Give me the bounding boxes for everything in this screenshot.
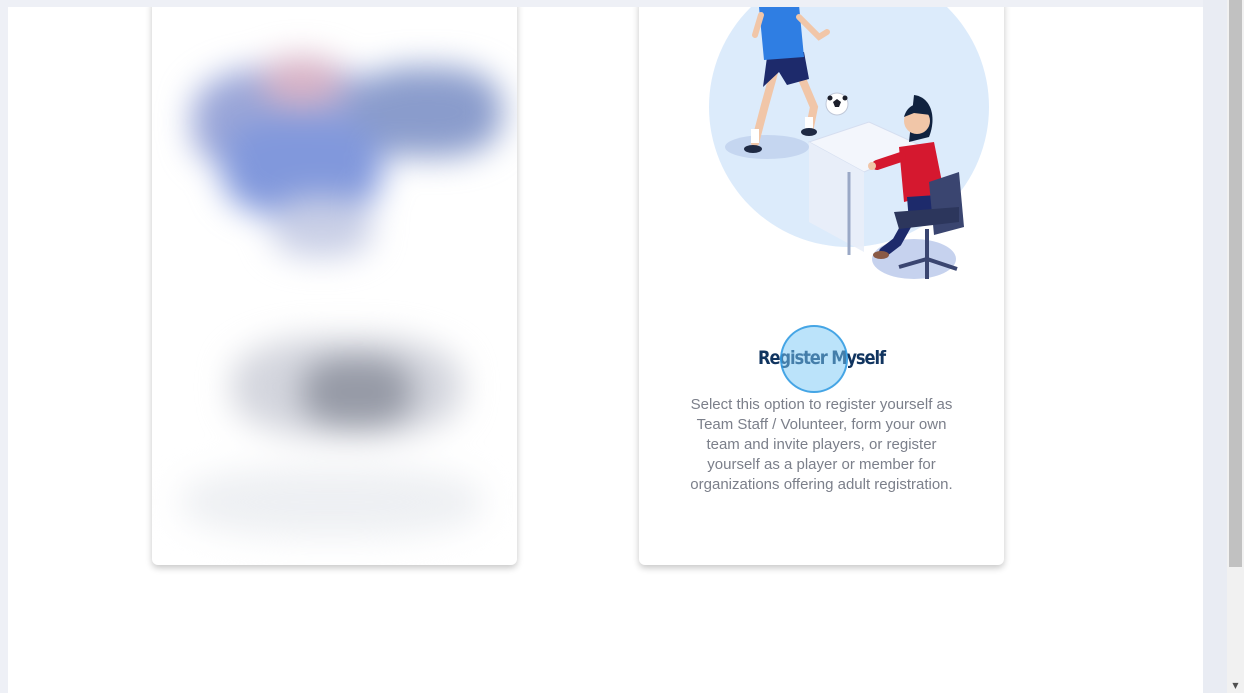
scrollbar-thumb[interactable] (1229, 0, 1242, 567)
triangle-down-icon[interactable]: ▼ (1227, 678, 1244, 693)
soccer-office-illustration (709, 7, 989, 279)
register-myself-title[interactable]: Register Myself (665, 347, 979, 369)
register-myself-description: Select this option to register yourself … (690, 396, 953, 493)
right-gutter (1203, 0, 1227, 693)
vertical-scrollbar[interactable]: ▼ (1227, 0, 1244, 693)
obscured-option-card[interactable] (152, 7, 517, 565)
register-myself-card[interactable]: Register Myself Select this option to re… (639, 7, 1004, 565)
page-viewport: Register Myself Select this option to re… (8, 7, 1203, 693)
blurred-content (152, 7, 517, 565)
